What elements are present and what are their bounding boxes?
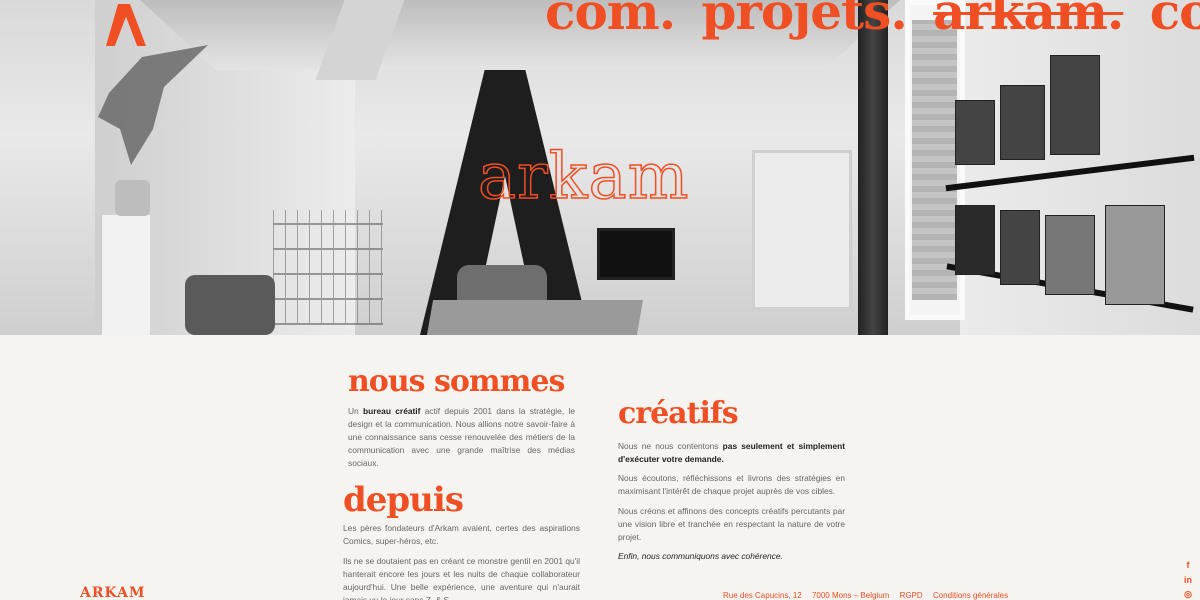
footer-city[interactable]: 7000 Mons – Belgium [812,591,889,600]
footer-logo[interactable]: ARKAM [80,585,145,600]
hero-photo-record [1000,210,1040,285]
footer-rgpd-link[interactable]: RGPD [900,591,923,600]
facebook-icon[interactable]: f [1182,560,1194,570]
footer-conditions-link[interactable]: Conditions générales [933,591,1008,600]
hero-photo-bricks [912,20,957,300]
nav-item-contact[interactable]: contact. [1150,0,1200,41]
heading-creatifs: créatifs [618,396,739,431]
nav-item-com[interactable]: com. [545,0,676,41]
footer-address[interactable]: Rue des Capucins, 12 [723,591,802,600]
hero-photo-shelf [273,210,383,325]
hero-photo-record [1050,55,1100,155]
hero-photo-table [426,300,644,335]
linkedin-icon[interactable]: in [1182,575,1194,585]
hero-photo-record [955,100,995,165]
hero-photo-record [1105,205,1165,305]
hero-photo-record [955,205,995,275]
paragraph-nous-sommes: Un bureau créatif actif depuis 2001 dans… [348,405,575,470]
paragraph-creatifs-2: Nous écoutons, réfléchissons et livrons … [618,473,845,496]
text-span: Nous ne nous contentons [618,441,723,451]
hero-photo-record [1045,215,1095,295]
paragraph-creatifs-1: Nous ne nous contentons pas seulement et… [618,440,845,466]
hero-photo-cabinet [100,215,150,335]
hero-photo-computer [115,180,150,216]
text-italic: Enfin, nous communiquons avec cohérence. [618,551,783,561]
paragraph-depuis-1: Les pères fondateurs d'Arkam avaient, ce… [343,523,580,546]
hero-photo-door [752,150,852,310]
paragraph-creatifs-3: Nous créons et affinons des concepts cré… [618,506,845,542]
heading-depuis: depuis [343,480,464,520]
nav-item-projets[interactable]: projets. [702,0,908,41]
paragraph-depuis-2: Ils ne se doutaient pas en créant ce mon… [343,556,580,600]
footer-links: Rue des Capucins, 12 7000 Mons – Belgium… [723,591,1016,600]
hero-title: arkam [477,139,690,215]
hero-banner: com. projets. arkam. contact. arkam [0,0,1200,335]
text-span: Un [348,406,364,416]
hero-photo-tv [597,228,675,280]
main-nav: com. projets. arkam. contact. [545,0,1200,41]
hero-photo-curtain [858,0,888,335]
hero-photo-armchair [185,275,275,335]
paragraph-creatifs-4: Enfin, nous communiquons avec cohérence. [618,550,845,563]
heading-nous-sommes: nous sommes [348,364,565,399]
instagram-icon[interactable]: ◎ [1182,589,1194,600]
nav-item-arkam[interactable]: arkam. [933,0,1124,41]
hero-photo-record [1000,85,1045,160]
text-bold: bureau créatif [363,406,421,416]
